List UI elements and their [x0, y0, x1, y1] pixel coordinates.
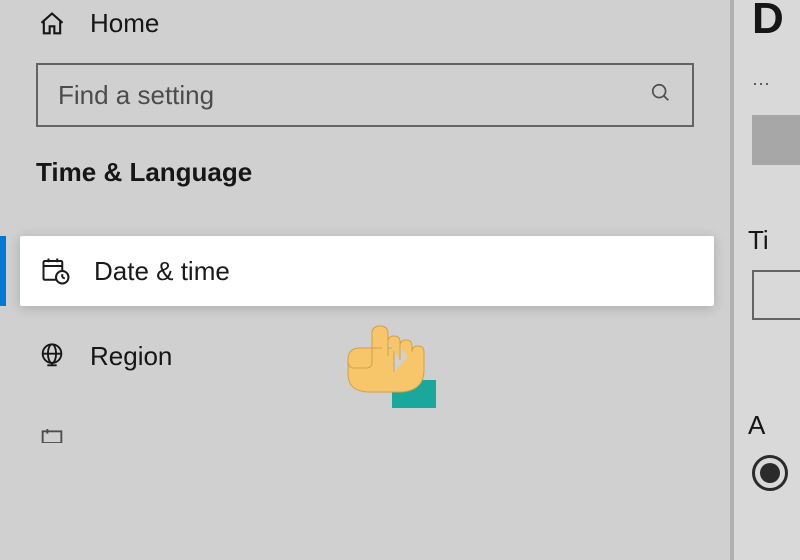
content-dropdown-fragment[interactable] — [752, 270, 800, 320]
sidebar-item-label: Date & time — [94, 256, 230, 287]
sidebar-item-date-time[interactable]: Date & time — [20, 236, 714, 306]
search-input[interactable]: Find a setting — [36, 63, 694, 127]
partial-icon — [36, 429, 68, 443]
globe-icon — [36, 342, 68, 370]
settings-sidebar: Home Find a setting Time & Language Date… — [0, 0, 730, 560]
content-label-adjust: A — [734, 410, 800, 441]
content-radio-fragment[interactable] — [752, 455, 788, 491]
home-icon — [36, 10, 68, 38]
pointer-hand-icon — [330, 312, 450, 427]
content-panel: D ⋯ Ti A — [734, 0, 800, 560]
home-nav-item[interactable]: Home — [0, 0, 730, 63]
content-label-time: Ti — [734, 225, 800, 256]
content-title: D — [734, 0, 800, 44]
sidebar-item-label: Region — [90, 341, 172, 372]
search-icon — [650, 82, 672, 109]
dotted-fragment: ⋯ — [752, 74, 800, 95]
content-button-fragment[interactable] — [752, 115, 800, 165]
section-title: Time & Language — [0, 157, 730, 236]
search-placeholder: Find a setting — [58, 80, 214, 111]
calendar-clock-icon — [40, 256, 72, 286]
home-label: Home — [90, 8, 159, 39]
